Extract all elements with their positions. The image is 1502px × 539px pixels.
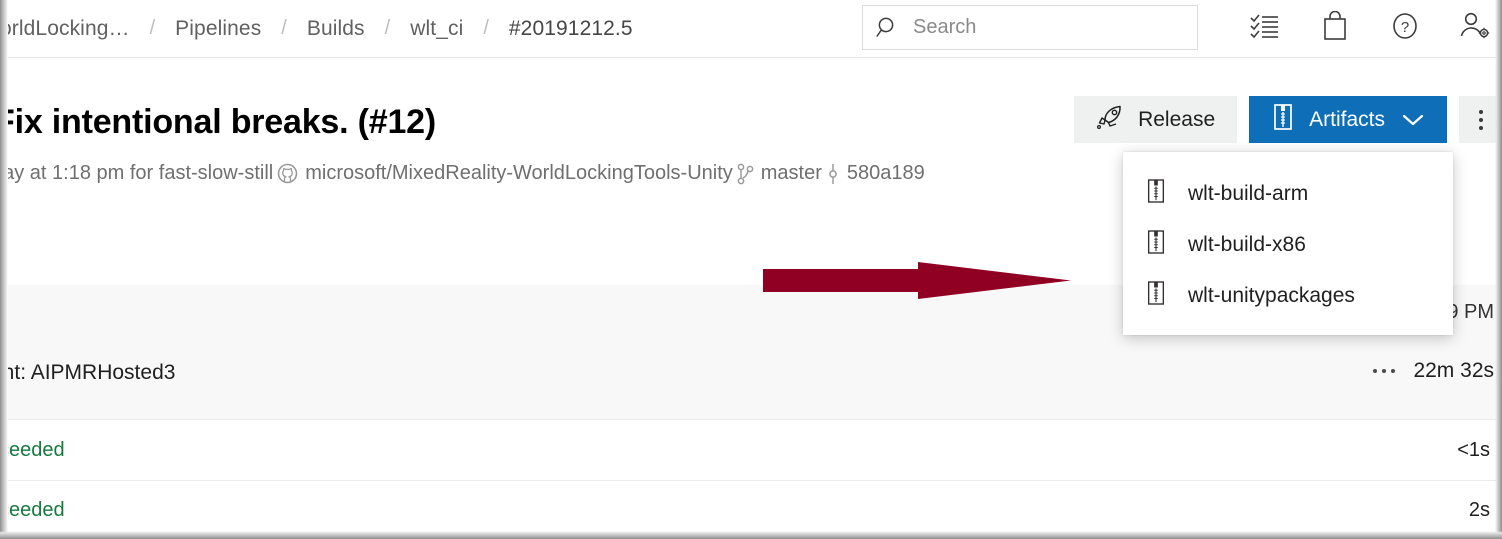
window-left-edge	[0, 0, 8, 539]
search-input[interactable]	[913, 16, 1173, 39]
task-duration-label: <1s	[1457, 439, 1490, 461]
table-row[interactable]: cceeded <1s	[0, 421, 1502, 481]
artifact-item-wlt-build-x86[interactable]: wlt-build-x86	[1123, 219, 1453, 270]
top-header: orldLocking… / Pipelines / Builds / wlt_…	[0, 0, 1502, 58]
marketplace-bag-icon[interactable]	[1318, 6, 1352, 46]
artifacts-dropdown-menu[interactable]: wlt-build-arm wlt-build-x86 wlt-unitypac…	[1123, 152, 1453, 335]
breadcrumb-pipelines[interactable]: Pipelines	[169, 17, 267, 41]
build-metadata: day at 1:18 pm for fast-slow-still micro…	[0, 162, 925, 185]
more-horizontal-icon[interactable]	[1373, 369, 1396, 373]
task-duration-label: 2s	[1468, 499, 1490, 521]
artifacts-button[interactable]: Artifacts	[1249, 96, 1447, 143]
breadcrumb-separator: /	[384, 17, 391, 39]
azure-devops-build-page: orldLocking… / Pipelines / Builds / wlt_…	[0, 0, 1502, 539]
user-settings-icon[interactable]	[1458, 6, 1492, 46]
release-button[interactable]: Release	[1074, 96, 1238, 143]
window-right-edge	[1495, 0, 1502, 539]
zip-package-icon	[1145, 229, 1167, 261]
task-status-label: cceeded	[0, 439, 65, 461]
work-items-checklist-icon[interactable]	[1248, 6, 1282, 46]
zip-package-icon	[1145, 178, 1167, 210]
stage-agent-label: ent: AIPMRHosted3	[0, 361, 176, 384]
branch-label: master	[760, 162, 822, 184]
header-icon-group: ?	[1248, 6, 1492, 46]
zip-package-icon	[1145, 280, 1167, 312]
breadcrumb: orldLocking… / Pipelines / Builds / wlt_…	[0, 17, 639, 41]
task-status-label: cceeded	[0, 499, 65, 521]
artifact-item-wlt-unitypackages[interactable]: wlt-unitypackages	[1123, 270, 1453, 321]
stage-right-group: 22m 32s	[1373, 359, 1494, 383]
build-time-and-branch-label: day at 1:18 pm for fast-slow-still	[0, 162, 274, 184]
window-bottom-edge	[0, 531, 1502, 539]
breadcrumb-separator: /	[149, 17, 156, 39]
chevron-down-icon	[1401, 112, 1425, 128]
commit-label: 580a189	[846, 162, 925, 184]
search-icon	[875, 15, 901, 41]
breadcrumb-builds[interactable]: Builds	[301, 17, 371, 41]
task-list: cceeded <1s cceeded 2s	[0, 421, 1502, 539]
release-button-label: Release	[1138, 107, 1216, 131]
artifact-item-label: wlt-build-x86	[1188, 232, 1306, 256]
rocket-icon	[1096, 104, 1124, 136]
artifact-item-wlt-build-arm[interactable]: wlt-build-arm	[1123, 168, 1453, 219]
branch-icon	[737, 163, 754, 185]
page-title: Fix intentional breaks. (#12)	[0, 103, 436, 141]
svg-text:?: ?	[1401, 19, 1409, 36]
github-icon	[277, 163, 298, 184]
zip-package-icon	[1271, 103, 1295, 137]
breadcrumb-build[interactable]: #20191212.5	[503, 17, 639, 41]
artifacts-button-label: Artifacts	[1309, 107, 1385, 131]
artifact-item-label: wlt-unitypackages	[1188, 283, 1355, 307]
help-question-icon[interactable]: ?	[1388, 6, 1422, 46]
breadcrumb-project[interactable]: orldLocking…	[0, 17, 136, 41]
search-box[interactable]	[862, 5, 1198, 50]
breadcrumb-pipeline[interactable]: wlt_ci	[404, 17, 469, 41]
build-actions-toolbar: Release Artifacts	[1074, 96, 1502, 143]
commit-icon	[826, 163, 840, 185]
stage-duration-label: 22m 32s	[1413, 359, 1494, 382]
repository-label: microsoft/MixedReality-WorldLockingTools…	[305, 162, 733, 184]
breadcrumb-separator: /	[281, 17, 287, 39]
more-vertical-icon	[1479, 109, 1483, 130]
breadcrumb-separator: /	[483, 17, 489, 39]
artifact-item-label: wlt-build-arm	[1188, 181, 1309, 205]
